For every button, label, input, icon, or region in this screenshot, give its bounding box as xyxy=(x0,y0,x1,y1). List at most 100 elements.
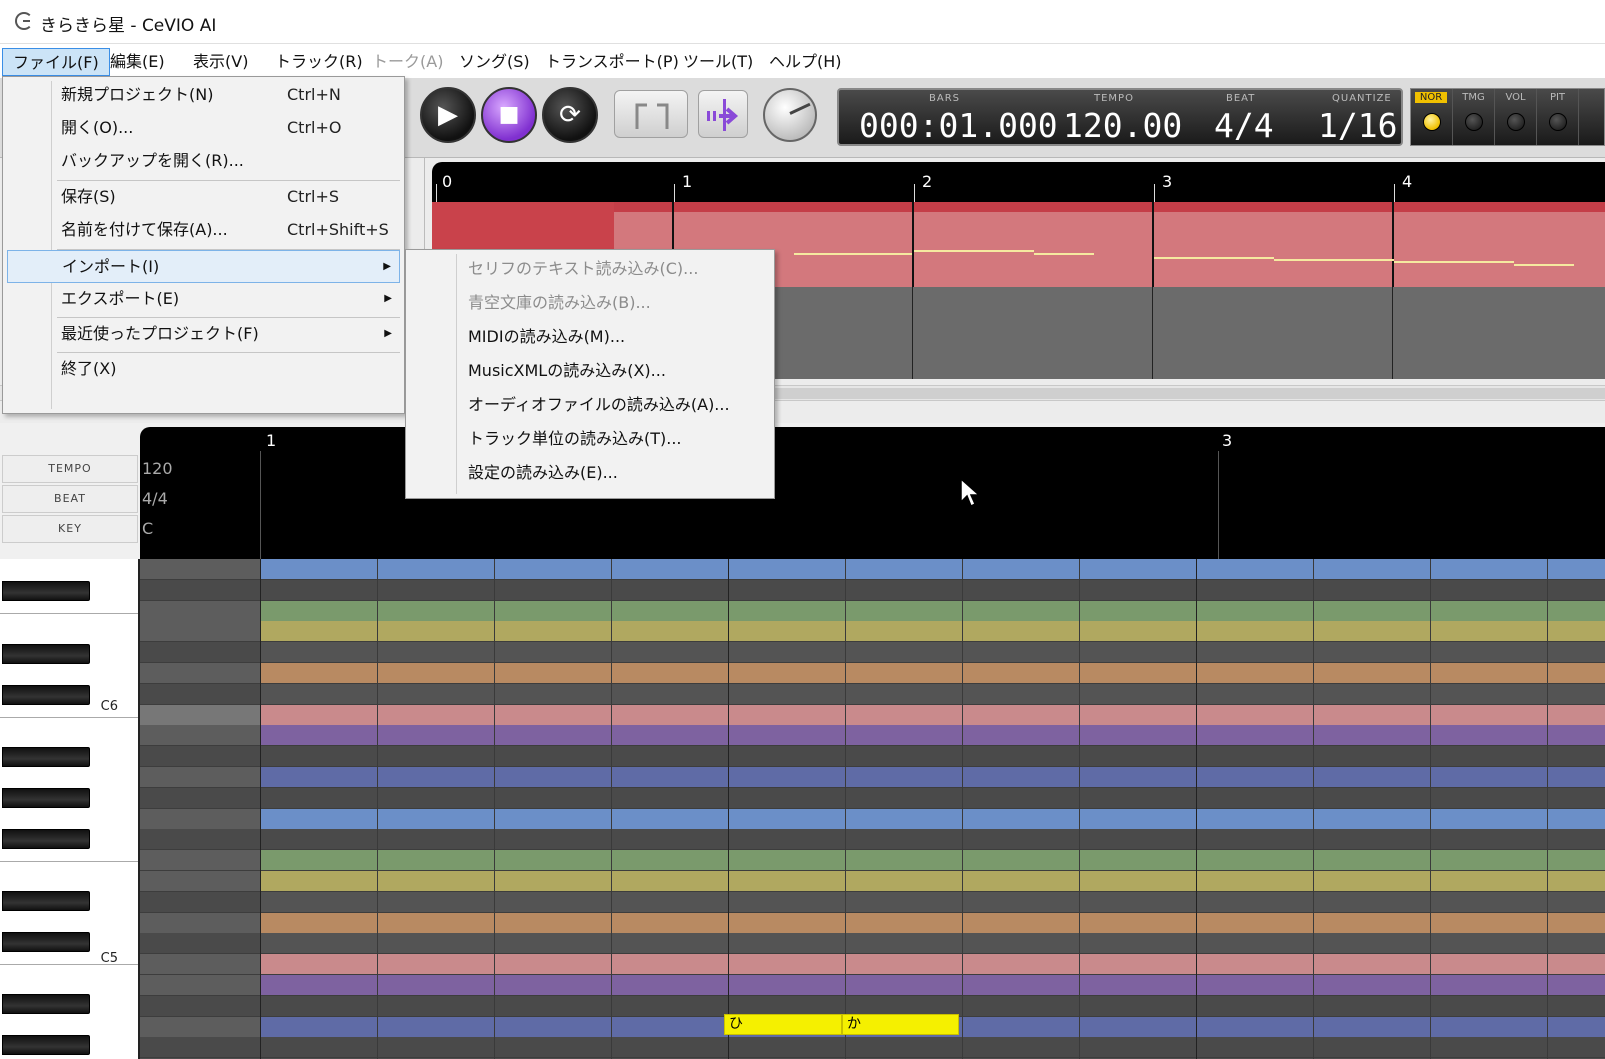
quantize-value[interactable]: 1/16 xyxy=(1318,106,1397,145)
menu-item-save-as[interactable]: 名前を付けて保存(A)... Ctrl+Shift+S xyxy=(7,214,400,247)
tempo-value-marker[interactable]: 120 xyxy=(142,459,173,478)
auto-scroll-icon xyxy=(707,99,739,131)
grid-row-pre-roll xyxy=(140,1016,260,1037)
menu-tools[interactable]: ツール(T) xyxy=(673,48,763,76)
track-ruler-mark: 2 xyxy=(922,172,933,191)
grid-row-pre-roll xyxy=(140,725,260,746)
black-key[interactable] xyxy=(2,1035,90,1055)
quantize-label: QUANTIZE xyxy=(1332,93,1392,104)
menu-item-import-settings[interactable]: 設定の読み込み(E)... xyxy=(410,457,770,490)
menu-edit[interactable]: 編集(E) xyxy=(100,48,175,76)
menu-item-new-project[interactable]: 新規プロジェクト(N) Ctrl+N xyxy=(7,79,400,112)
auto-scroll-button[interactable] xyxy=(698,90,748,138)
roll-bar-line xyxy=(1218,451,1219,559)
note[interactable]: か xyxy=(842,1014,959,1035)
grid-row xyxy=(140,787,1605,809)
menu-item-shortcut: Ctrl+O xyxy=(287,118,342,137)
tempo-row-label: TEMPO xyxy=(2,455,138,483)
menu-item-import-track[interactable]: トラック単位の読み込み(T)... xyxy=(410,423,770,456)
grid-beat-line xyxy=(260,559,261,1059)
indicator-vol-label: VOL xyxy=(1505,92,1526,103)
menu-item-export[interactable]: エクスポート(E) ▶ xyxy=(7,283,400,316)
menu-transport[interactable]: トランスポート(P) xyxy=(535,48,689,76)
grid-row xyxy=(140,912,1605,934)
menu-item-import-talk-text[interactable]: セリフのテキスト読み込み(C)... xyxy=(410,253,770,286)
menu-song[interactable]: ソング(S) xyxy=(449,48,540,76)
menu-talk[interactable]: トーク(A) xyxy=(362,48,453,76)
master-volume-knob[interactable] xyxy=(763,88,817,142)
menu-item-label: インポート(I) xyxy=(62,257,160,276)
black-key[interactable] xyxy=(2,788,90,808)
tempo-value[interactable]: 120.00 xyxy=(1063,106,1182,145)
grid-row-pre-roll xyxy=(140,704,260,725)
grid-beat-line xyxy=(728,559,729,1059)
menu-item-import[interactable]: インポート(I) ▶ xyxy=(7,250,400,283)
grid-row-pre-roll xyxy=(140,1037,260,1058)
bar-line xyxy=(1152,287,1153,379)
indicator-pit[interactable]: PIT xyxy=(1537,89,1579,145)
menu-item-label: 設定の読み込み(E)... xyxy=(468,463,618,482)
menu-track[interactable]: トラック(R) xyxy=(265,48,373,76)
note-grid[interactable]: ひ か xyxy=(140,559,1605,1059)
grid-row xyxy=(140,746,1605,768)
grid-row xyxy=(140,663,1605,684)
menu-file[interactable]: ファイル(F) xyxy=(2,48,110,76)
beat-value-marker[interactable]: 4/4 xyxy=(142,489,168,508)
black-key[interactable] xyxy=(2,932,90,952)
indicator-nor-label: NOR xyxy=(1415,92,1447,103)
menu-item-import-aozora[interactable]: 青空文庫の読み込み(B)... xyxy=(410,287,770,320)
black-key[interactable] xyxy=(2,891,90,911)
menu-item-label: 保存(S) xyxy=(61,187,116,206)
pitch-curve-segment xyxy=(914,250,1034,252)
menu-item-open-backup[interactable]: バックアップを開く(R)... xyxy=(7,145,400,178)
grid-row xyxy=(140,1037,1605,1059)
bars-value: 000:01.000 xyxy=(859,106,1058,145)
indicator-tmg[interactable]: TMG xyxy=(1453,89,1495,145)
note[interactable]: ひ xyxy=(724,1014,842,1035)
menu-item-label: MIDIの読み込み(M)... xyxy=(468,327,626,346)
indicator-tmg-light xyxy=(1465,113,1483,131)
stop-button[interactable]: ■ xyxy=(481,87,537,143)
file-menu-dropdown: 新規プロジェクト(N) Ctrl+N 開く(O)... Ctrl+O バックアッ… xyxy=(2,76,405,414)
menu-item-save[interactable]: 保存(S) Ctrl+S xyxy=(7,181,400,214)
grid-row xyxy=(140,975,1605,996)
grid-beat-line xyxy=(962,559,963,1059)
bar-line xyxy=(912,202,914,287)
beat-label: BEAT xyxy=(1226,93,1256,104)
menu-item-label: 開く(O)... xyxy=(61,118,134,137)
grid-row xyxy=(140,829,1605,851)
black-key[interactable] xyxy=(2,829,90,849)
menu-item-import-midi[interactable]: MIDIの読み込み(M)... xyxy=(410,321,770,354)
piano-keyboard[interactable]: C6 C5 xyxy=(0,559,140,1059)
black-key[interactable] xyxy=(2,581,90,601)
menu-view[interactable]: 表示(V) xyxy=(183,48,258,76)
menu-item-label: 新規プロジェクト(N) xyxy=(61,85,214,104)
piano-roll-ruler[interactable]: 1 3 120 4/4 C xyxy=(140,427,1605,559)
bar-line xyxy=(912,287,913,379)
black-key[interactable] xyxy=(2,685,90,705)
indicator-nor[interactable]: NOR xyxy=(1411,89,1453,145)
black-key[interactable] xyxy=(2,644,90,664)
loop-range-button[interactable] xyxy=(614,90,688,138)
white-key-divider xyxy=(0,861,138,862)
menu-item-import-musicxml[interactable]: MusicXMLの読み込み(X)... xyxy=(410,355,770,388)
window-title: きらきら星 - CeVIO AI xyxy=(40,16,217,36)
grid-row-pre-roll xyxy=(140,850,260,871)
menu-help[interactable]: ヘルプ(H) xyxy=(759,48,852,76)
play-button[interactable]: ▶ xyxy=(420,87,476,143)
menu-item-import-audio[interactable]: オーディオファイルの読み込み(A)... xyxy=(410,389,770,422)
black-key[interactable] xyxy=(2,747,90,767)
black-key[interactable] xyxy=(2,994,90,1014)
beat-value[interactable]: 4/4 xyxy=(1214,106,1274,145)
indicator-vol[interactable]: VOL xyxy=(1495,89,1537,145)
key-label-c5: C5 xyxy=(100,951,118,966)
menu-item-open[interactable]: 開く(O)... Ctrl+O xyxy=(7,112,400,145)
key-label-c6: C6 xyxy=(100,699,118,714)
submenu-arrow-icon: ▶ xyxy=(383,261,391,272)
menu-item-exit[interactable]: 終了(X) xyxy=(7,353,400,386)
key-value-marker[interactable]: C xyxy=(142,519,153,538)
loop-button[interactable]: ⟳ xyxy=(542,87,598,143)
menu-item-recent-projects[interactable]: 最近使ったプロジェクト(F) ▶ xyxy=(7,318,400,351)
track-ruler[interactable]: 0 1 2 3 4 xyxy=(432,162,1605,202)
submenu-arrow-icon: ▶ xyxy=(384,293,392,304)
